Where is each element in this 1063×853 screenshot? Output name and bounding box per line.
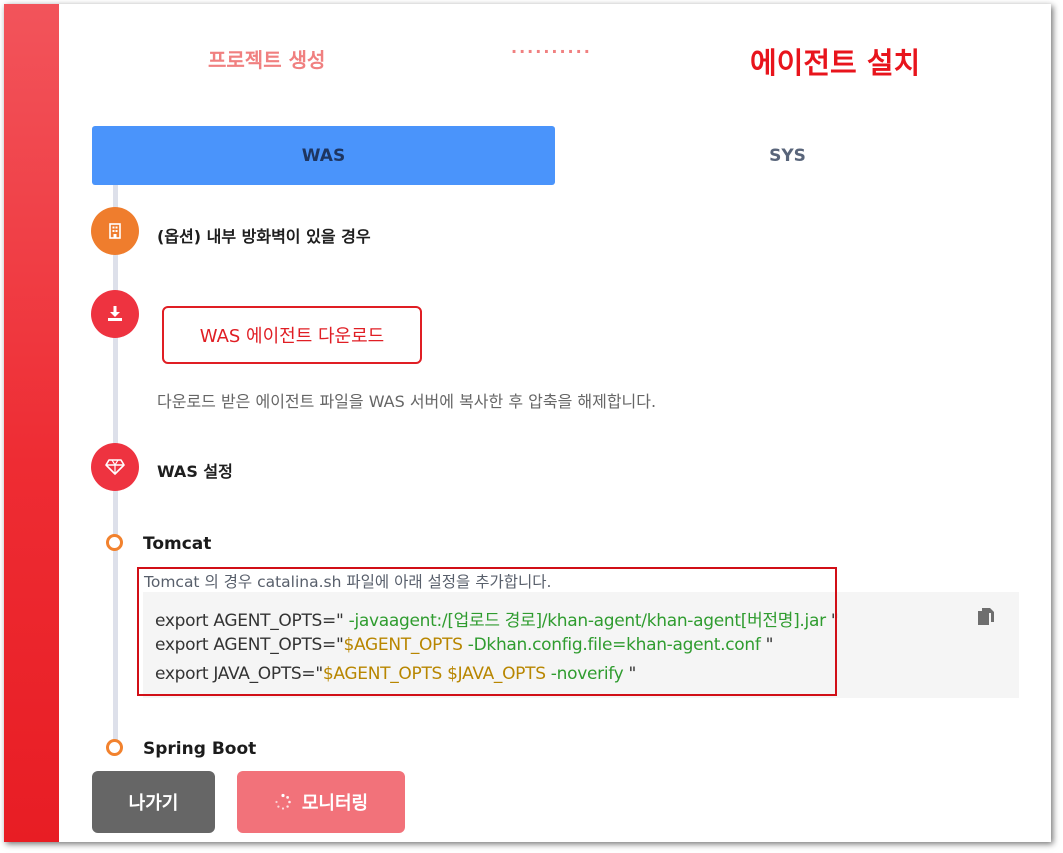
copy-icon[interactable] [977,607,995,627]
step-project-create: 프로젝트 생성 [208,48,326,72]
tab-sys[interactable]: SYS [555,126,1020,185]
highlight-box [137,567,837,696]
firewall-step-label: (옵션) 내부 방화벽이 있을 경우 [157,227,371,246]
was-config-step-label: WAS 설정 [157,462,233,481]
spring-boot-title: Spring Boot [143,739,257,759]
tomcat-bullet [106,534,123,551]
download-description: 다운로드 받은 에이전트 파일을 WAS 서버에 복사한 후 압축을 해제합니다… [157,392,657,411]
red-side-panel [4,4,59,842]
tab-was[interactable]: WAS [92,126,555,185]
download-icon [91,290,139,338]
building-icon [91,207,139,255]
spring-boot-bullet [106,739,123,756]
exit-button[interactable]: 나가기 [92,771,215,833]
monitoring-button[interactable]: 모니터링 [237,771,405,833]
loading-spinner-icon [275,793,291,810]
tomcat-title: Tomcat [143,534,212,554]
tab-bar: WAS SYS [92,126,1020,185]
step-separator: ·········· [511,42,592,61]
install-agent-window: 프로젝트 생성 ·········· 에이전트 설치 WAS SYS (옵션) … [4,4,1051,842]
was-agent-download-button[interactable]: WAS 에이전트 다운로드 [162,306,422,364]
monitoring-label: 모니터링 [301,793,369,814]
diamond-icon [91,443,139,491]
step-agent-install: 에이전트 설치 [750,46,921,80]
